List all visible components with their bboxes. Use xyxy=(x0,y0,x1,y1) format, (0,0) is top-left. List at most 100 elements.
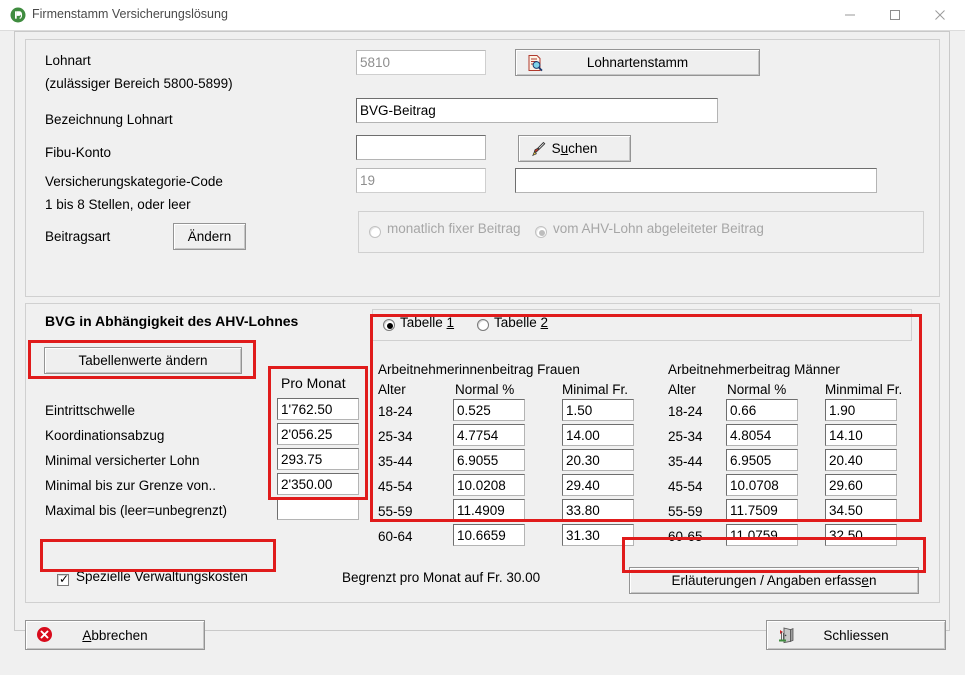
table-frauen-normal-3[interactable]: 10.0208 xyxy=(453,474,525,496)
bvg-row-input-4[interactable] xyxy=(277,498,359,520)
bvg-row-input-2[interactable]: 293.75 xyxy=(277,448,359,470)
tabellenwerte-aendern-button-label: Tabellenwerte ändern xyxy=(78,353,208,368)
suchen-button-label: Suchen xyxy=(551,141,598,156)
table-maenner-title: Arbeitnehmerbeitrag Männer xyxy=(668,362,840,377)
erlaeuterungen-label-accel: e xyxy=(861,573,869,588)
table-frauen-header-alter: Alter xyxy=(378,382,406,397)
table-maenner-header-minimal: Minmimal Fr. xyxy=(825,382,903,397)
table-frauen-normal-4[interactable]: 11.4909 xyxy=(453,499,525,521)
abbrechen-rest: bbrechen xyxy=(91,627,148,643)
cancel-icon xyxy=(36,626,54,644)
radio-monatlich-fixer-beitrag[interactable] xyxy=(369,226,381,238)
spezielle-verwaltungskosten-checkbox[interactable]: ✓ xyxy=(57,572,70,586)
bvg-row-input-0[interactable]: 1'762.50 xyxy=(277,398,359,420)
table-frauen-header-minimal: Minimal Fr. xyxy=(562,382,629,397)
table-frauen-alter-2: 35-44 xyxy=(378,454,413,469)
bvg-row-label-0: Eintrittschwelle xyxy=(45,403,136,418)
erlaeuterungen-label-post: n xyxy=(868,573,877,588)
table-maenner-normal-1[interactable]: 4.8054 xyxy=(726,424,798,446)
lohnart-hint: (zulässiger Bereich 5800-5899) xyxy=(45,76,233,91)
table-maenner-minimal-5[interactable]: 32.50 xyxy=(825,524,897,546)
lohnart-label: Lohnart xyxy=(45,53,91,68)
table-maenner-minimal-0[interactable]: 1.90 xyxy=(825,399,897,421)
exit-door-icon xyxy=(777,626,795,644)
begrenzt-text: Begrenzt pro Monat auf Fr. 30.00 xyxy=(342,570,541,585)
bvg-row-label-2: Minimal versicherter Lohn xyxy=(45,453,200,468)
erlaeuterungen-button[interactable]: Erläuterungen / Angaben erfassen xyxy=(629,567,919,594)
bezeichnung-input[interactable]: BVG-Beitrag xyxy=(356,98,718,123)
table-frauen-minimal-2[interactable]: 20.30 xyxy=(562,449,634,471)
abbrechen-button[interactable]: Abbrechen xyxy=(25,620,205,650)
table-frauen-minimal-3[interactable]: 29.40 xyxy=(562,474,634,496)
bvg-row-input-1[interactable]: 2'056.25 xyxy=(277,423,359,445)
beitragsart-label: Beitragsart xyxy=(45,229,111,244)
radio-monatlich-fixer-beitrag-label: monatlich fixer Beitrag xyxy=(387,221,521,236)
table-maenner-normal-5[interactable]: 11.0759 xyxy=(726,524,798,546)
versicherungskategorie-text-input[interactable] xyxy=(515,168,877,193)
versicherungskategorie-hint: 1 bis 8 Stellen, oder leer xyxy=(45,197,191,212)
abbrechen-button-label: Abbrechen xyxy=(82,628,147,643)
check-icon: ✓ xyxy=(59,572,70,586)
title-bar: Firmenstamm Versicherungslösung xyxy=(0,0,965,30)
table-frauen-normal-0[interactable]: 0.525 xyxy=(453,399,525,421)
schliessen-button[interactable]: Schliessen xyxy=(766,620,946,650)
table-frauen-minimal-5[interactable]: 31.30 xyxy=(562,524,634,546)
lohnartenstamm-button[interactable]: Lohnartenstamm xyxy=(515,49,760,76)
minimize-button[interactable] xyxy=(827,0,872,30)
table-frauen-minimal-0[interactable]: 1.50 xyxy=(562,399,634,421)
app-icon xyxy=(10,7,26,23)
table-maenner-header-normal: Normal % xyxy=(727,382,787,397)
pro-monat-header: Pro Monat xyxy=(281,375,346,391)
fibu-konto-input[interactable] xyxy=(356,135,486,160)
table-maenner-alter-0: 18-24 xyxy=(668,404,703,419)
radio-tabelle-1-label: Tabelle 1 xyxy=(400,315,455,330)
table-frauen-normal-2[interactable]: 6.9055 xyxy=(453,449,525,471)
bezeichnung-label: Bezeichnung Lohnart xyxy=(45,112,173,127)
table-maenner-alter-4: 55-59 xyxy=(668,504,703,519)
table-maenner-minimal-2[interactable]: 20.40 xyxy=(825,449,897,471)
minimize-icon xyxy=(844,14,855,16)
radio-vom-ahv-lohn-abgeleiteter-beitrag-label: vom AHV-Lohn abgeleiteter Beitrag xyxy=(553,221,764,236)
lohnart-input[interactable]: 5810 xyxy=(356,50,486,75)
table-frauen-alter-5: 60-64 xyxy=(378,529,413,544)
table-frauen-alter-3: 45-54 xyxy=(378,479,413,494)
bvg-row-input-3[interactable]: 2'350.00 xyxy=(277,473,359,495)
table-maenner-normal-0[interactable]: 0.66 xyxy=(726,399,798,421)
table-maenner-normal-4[interactable]: 11.7509 xyxy=(726,499,798,521)
table-maenner-header-alter: Alter xyxy=(668,382,696,397)
table-frauen-header-normal: Normal % xyxy=(455,382,515,397)
window-title: Firmenstamm Versicherungslösung xyxy=(32,7,228,21)
table-maenner-alter-3: 45-54 xyxy=(668,479,703,494)
maximize-button[interactable] xyxy=(872,0,917,30)
versicherungskategorie-input[interactable]: 19 xyxy=(356,168,486,193)
lohnartenstamm-button-label: Lohnartenstamm xyxy=(586,55,689,70)
fibu-konto-label: Fibu-Konto xyxy=(45,145,112,160)
tabellenwerte-aendern-button[interactable]: Tabellenwerte ändern xyxy=(44,347,242,374)
close-button[interactable] xyxy=(917,0,962,30)
abbrechen-accel: A xyxy=(82,627,92,643)
table-maenner-normal-3[interactable]: 10.0708 xyxy=(726,474,798,496)
bvg-row-label-3: Minimal bis zur Grenze von.. xyxy=(45,478,217,493)
bvg-row-label-1: Koordinationsabzug xyxy=(45,428,165,443)
table-maenner-normal-2[interactable]: 6.9505 xyxy=(726,449,798,471)
application-window: Firmenstamm Versicherungslösung Lohnart … xyxy=(0,0,965,675)
table-frauen-minimal-4[interactable]: 33.80 xyxy=(562,499,634,521)
radio-tabelle-1[interactable] xyxy=(383,319,395,331)
aendern-button[interactable]: Ändern xyxy=(173,223,246,250)
erlaeuterungen-button-label: Erläuterungen / Angaben erfassen xyxy=(672,573,877,588)
table-frauen-minimal-1[interactable]: 14.00 xyxy=(562,424,634,446)
bvg-row-label-4: Maximal bis (leer=unbegrenzt) xyxy=(45,503,227,518)
table-frauen-normal-5[interactable]: 10.6659 xyxy=(453,524,525,546)
suchen-button[interactable]: Suchen xyxy=(518,135,631,162)
table-maenner-minimal-4[interactable]: 34.50 xyxy=(825,499,897,521)
maximize-icon xyxy=(889,10,900,20)
table-maenner-minimal-1[interactable]: 14.10 xyxy=(825,424,897,446)
radio-vom-ahv-lohn-abgeleiteter-beitrag[interactable] xyxy=(535,226,547,238)
table-frauen-alter-1: 25-34 xyxy=(378,429,413,444)
table-frauen-alter-0: 18-24 xyxy=(378,404,413,419)
table-maenner-minimal-3[interactable]: 29.60 xyxy=(825,474,897,496)
schliessen-button-label: Schliessen xyxy=(823,627,889,643)
radio-tabelle-2[interactable] xyxy=(477,319,489,331)
table-frauen-normal-1[interactable]: 4.7754 xyxy=(453,424,525,446)
versicherungskategorie-label: Versicherungskategorie-Code xyxy=(45,174,223,189)
